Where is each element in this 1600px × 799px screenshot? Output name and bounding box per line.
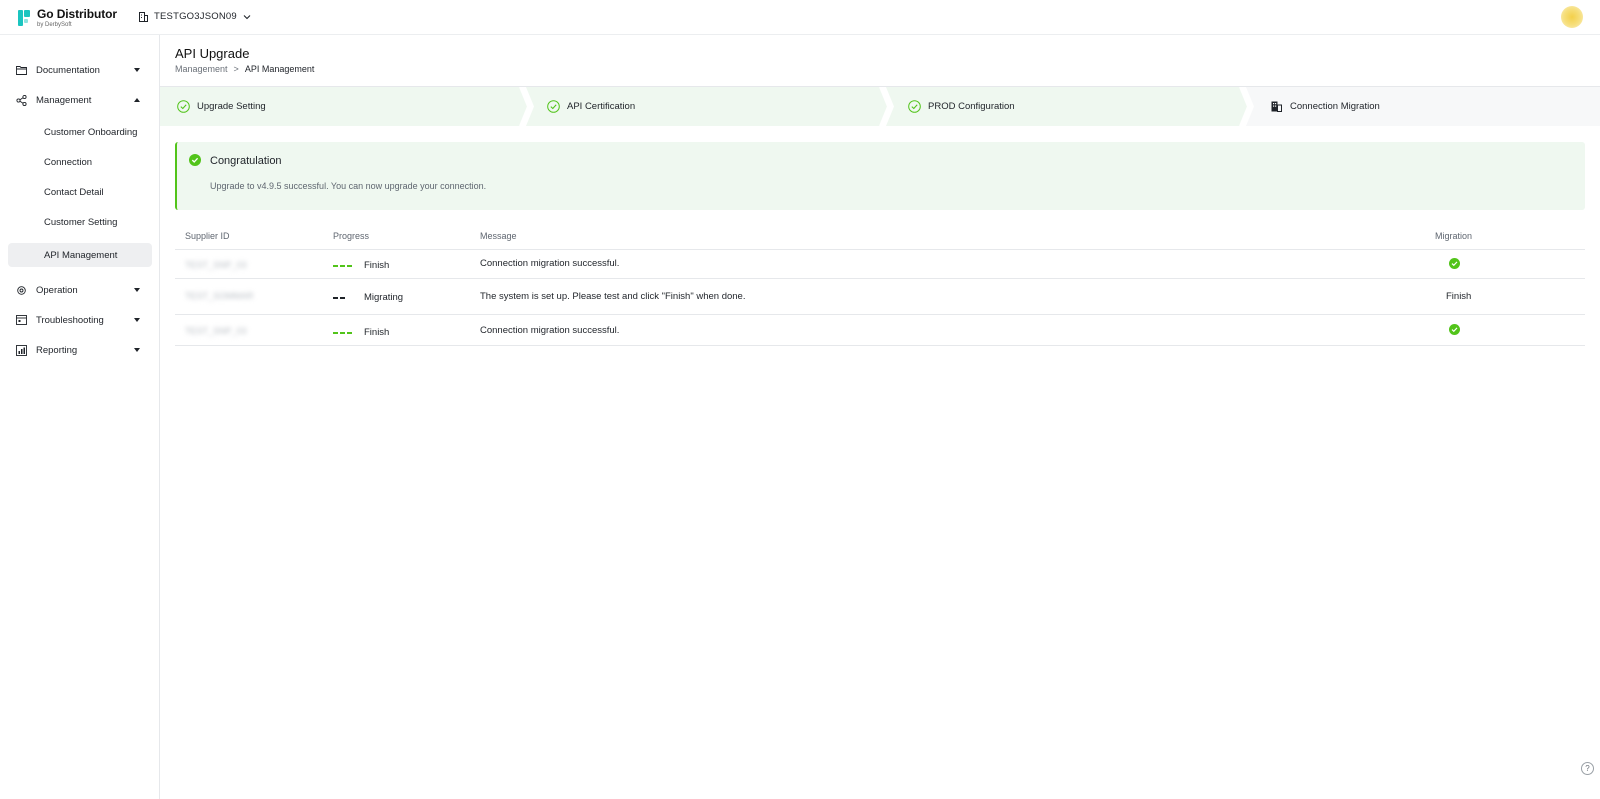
tenant-name: TESTGO3JSON09 — [154, 11, 237, 22]
column-header-progress: Progress — [333, 230, 370, 241]
sidebar-subitem-contact-detail[interactable]: Contact Detail — [8, 180, 152, 204]
avatar[interactable] — [1561, 6, 1583, 28]
caret-down-icon — [134, 348, 140, 352]
folder-icon — [16, 65, 27, 76]
step-upgrade-setting[interactable]: Upgrade Setting — [160, 87, 520, 126]
sidebar-item-operation[interactable]: Operation — [0, 278, 160, 302]
app-logo[interactable]: Go Distributor by DerbySoft — [18, 8, 117, 29]
progress-status: Migrating — [364, 292, 404, 303]
share-icon — [16, 94, 27, 106]
sidebar-item-management[interactable]: Management — [0, 88, 160, 112]
alert-message: Upgrade to v4.9.5 successful. You can no… — [210, 181, 487, 191]
sidebar-item-label: Reporting — [36, 344, 78, 356]
gear-icon — [16, 285, 27, 296]
sidebar-subitem-customer-onboarding[interactable]: Customer Onboarding — [8, 120, 152, 144]
step-label: API Certification — [567, 101, 636, 112]
top-bar: Go Distributor by DerbySoft TESTGO3JSON0… — [0, 0, 1600, 35]
chevron-down-icon — [243, 14, 251, 19]
table-row: TEST_SNP_03 Finish Connection migration … — [175, 316, 1585, 346]
app-subtitle: by DerbySoft — [37, 22, 72, 28]
caret-down-icon — [134, 288, 140, 292]
breadcrumb-item-management[interactable]: Management — [175, 64, 228, 74]
report-icon — [16, 344, 27, 356]
sidebar-item-label: Troubleshooting — [36, 314, 104, 326]
step-connection-migration[interactable]: Connection Migration — [1253, 87, 1600, 126]
sidebar-item-label: Operation — [36, 284, 78, 296]
building-icon — [139, 11, 148, 22]
help-icon[interactable]: ? — [1581, 762, 1594, 775]
table-row: TEST_SOMMAR Migrating The system is set … — [175, 280, 1585, 315]
message-cell: The system is set up. Please test and cl… — [480, 291, 746, 302]
progress-dashes — [333, 296, 354, 299]
step-label: Upgrade Setting — [197, 101, 266, 112]
check-circle-icon — [547, 100, 560, 113]
caret-down-icon — [134, 318, 140, 322]
logo-icon — [18, 10, 30, 26]
message-cell: Connection migration successful. — [480, 325, 620, 336]
step-prod-configuration[interactable]: PROD Configuration — [891, 87, 1241, 126]
building-icon — [1271, 101, 1282, 112]
sidebar-subitem-connection[interactable]: Connection — [8, 150, 152, 174]
page-title: API Upgrade — [175, 46, 250, 61]
step-label: PROD Configuration — [928, 101, 1015, 112]
caret-up-icon — [134, 98, 140, 102]
steps-bar: Upgrade Setting API Certification PROD C… — [160, 86, 1600, 126]
check-circle-filled-icon — [1449, 258, 1460, 269]
progress-dashes — [333, 331, 354, 334]
message-cell: Connection migration successful. — [480, 258, 620, 269]
sidebar-item-reporting[interactable]: Reporting — [0, 338, 160, 362]
column-header-supplier-id: Supplier ID — [185, 230, 230, 241]
progress-cell: Finish — [333, 327, 389, 338]
finish-button[interactable]: Finish — [1446, 291, 1471, 302]
step-api-certification[interactable]: API Certification — [530, 87, 880, 126]
sidebar-item-troubleshooting[interactable]: Troubleshooting — [0, 308, 160, 332]
progress-status: Finish — [364, 327, 390, 338]
sidebar-subitem-api-management[interactable]: API Management — [8, 243, 152, 267]
main-content: API Upgrade Management > API Management … — [160, 35, 1600, 799]
sidebar: Documentation Management Customer Onboar… — [0, 35, 160, 799]
sidebar-subitem-customer-setting[interactable]: Customer Setting — [8, 210, 152, 234]
check-circle-icon — [908, 100, 921, 113]
check-circle-filled-icon — [1449, 324, 1460, 335]
breadcrumb: Management > API Management — [175, 64, 314, 74]
table-row: TEST_SNP_03 Finish Connection migration … — [175, 250, 1585, 279]
progress-status: Finish — [364, 260, 390, 271]
check-circle-filled-icon — [189, 154, 201, 166]
breadcrumb-item-api-management: API Management — [244, 64, 315, 74]
progress-dashes — [333, 264, 354, 267]
progress-cell: Finish — [333, 260, 389, 271]
breadcrumb-separator: > — [233, 64, 239, 74]
supplier-id-cell: TEST_SNP_03 — [185, 260, 247, 270]
supplier-id-cell: TEST_SNP_03 — [185, 326, 247, 336]
progress-cell: Migrating — [333, 292, 403, 303]
caret-down-icon — [134, 68, 140, 72]
check-circle-icon — [177, 100, 190, 113]
step-label: Connection Migration — [1290, 101, 1380, 112]
sidebar-item-label: Management — [36, 94, 92, 106]
column-header-migration: Migration — [1435, 230, 1473, 241]
sidebar-item-documentation[interactable]: Documentation — [0, 58, 160, 82]
browser-window-icon — [16, 315, 27, 326]
success-alert: Congratulation Upgrade to v4.9.5 success… — [175, 142, 1585, 210]
sidebar-item-label: Documentation — [36, 64, 100, 76]
supplier-id-cell: TEST_SOMMAR — [185, 291, 254, 301]
alert-title: Congratulation — [210, 155, 282, 167]
column-header-message: Message — [480, 230, 517, 241]
tenant-selector[interactable]: TESTGO3JSON09 — [139, 11, 251, 22]
app-title: Go Distributor — [37, 7, 117, 21]
